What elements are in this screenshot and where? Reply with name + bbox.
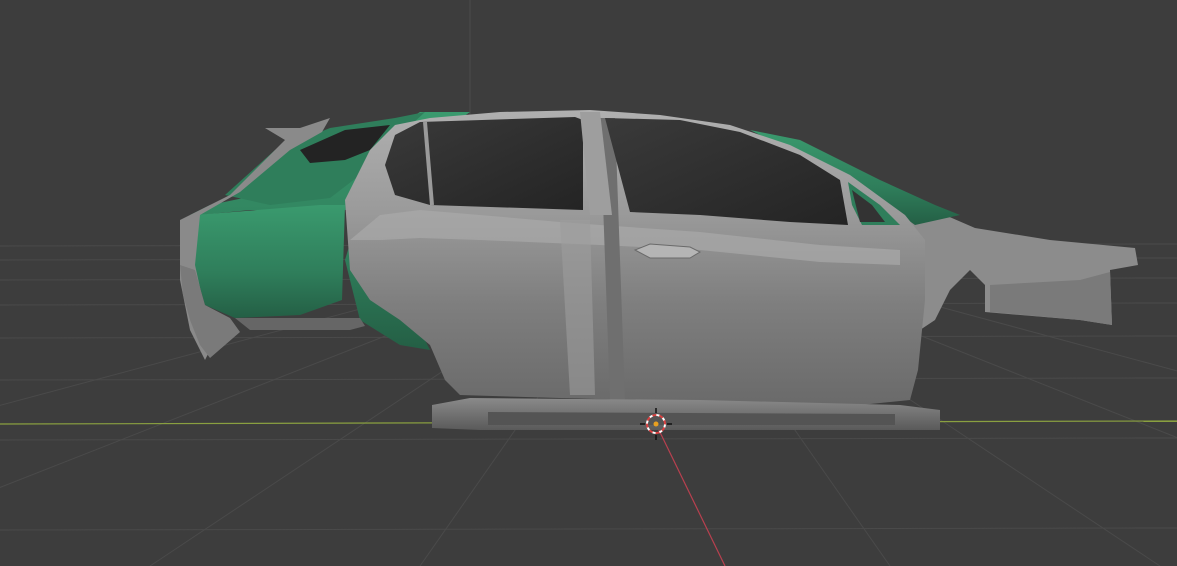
rear-door-window <box>385 117 583 210</box>
rocker-underside <box>488 412 895 425</box>
car-body-shell[interactable] <box>180 110 1138 430</box>
rear-sill-strip <box>235 318 365 330</box>
3d-viewport[interactable] <box>0 0 1177 566</box>
front-door-window <box>605 118 848 225</box>
viewport-scene[interactable] <box>0 0 1177 566</box>
y-axis-line <box>655 423 726 566</box>
rear-hatch-green <box>195 205 345 318</box>
